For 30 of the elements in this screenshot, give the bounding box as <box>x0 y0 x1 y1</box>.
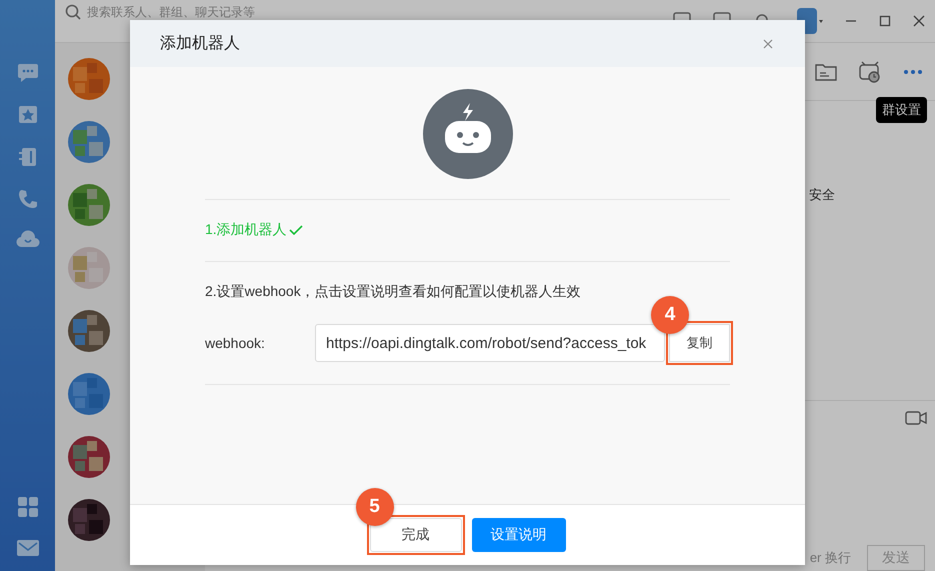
step-text: 2.设置webhook，点击设置说明查看如何配置以使机器人生效 <box>205 283 581 301</box>
folder-icon[interactable] <box>815 62 837 80</box>
alarm-clock-icon[interactable] <box>859 60 881 82</box>
robot-icon <box>422 89 512 179</box>
step-text: 1.添加机器人 <box>205 221 287 239</box>
search-icon <box>65 4 81 20</box>
contacts-book-icon[interactable] <box>18 146 38 168</box>
message-text: 安全 <box>809 187 835 202</box>
url-field[interactable]: https://oapi.dingtalk.com/robot/send?access_tok <box>315 324 665 362</box>
copy-button[interactable]: 复制 <box>669 324 730 362</box>
chat-icon[interactable] <box>16 62 38 82</box>
field-label: webhook: <box>205 335 266 351</box>
star-card-icon[interactable] <box>16 103 38 125</box>
step-badge: 5 <box>356 488 394 526</box>
done-button[interactable]: 完成 <box>370 518 462 552</box>
phone-icon[interactable] <box>18 189 38 209</box>
apps-grid-icon[interactable] <box>16 496 38 518</box>
close-icon[interactable] <box>763 38 773 48</box>
input-hint: er 换行 <box>810 549 851 567</box>
mail-icon[interactable] <box>16 539 40 557</box>
maximize-icon[interactable] <box>879 15 891 27</box>
more-icon[interactable] <box>903 68 923 74</box>
search-field[interactable]: 搜索联系人、群组、聊天记录等 <box>87 5 347 19</box>
checkmark-icon <box>288 225 303 235</box>
video-camera-icon[interactable] <box>905 411 927 425</box>
tooltip: 群设置 <box>876 97 927 123</box>
step-badge: 4 <box>651 296 689 334</box>
cloud-icon[interactable] <box>16 230 40 248</box>
dialog-title: 添加机器人 <box>160 34 240 54</box>
close-icon[interactable] <box>913 15 925 27</box>
